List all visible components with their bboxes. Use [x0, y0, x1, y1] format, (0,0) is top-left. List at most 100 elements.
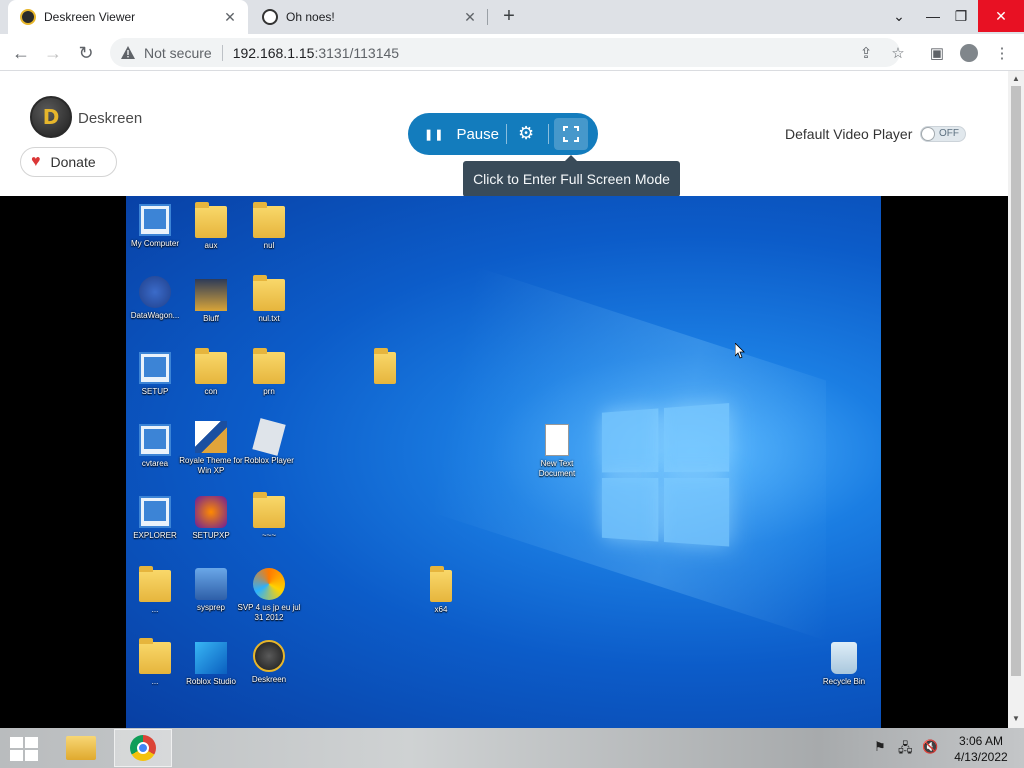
default-video-player-label: Default Video Player	[785, 126, 913, 142]
system-clock[interactable]: 3:06 AM 4/13/2022	[950, 733, 1012, 765]
taskbar-chrome[interactable]	[114, 729, 172, 767]
control-divider	[506, 124, 507, 144]
url-path: :3131/113145	[314, 44, 400, 61]
network-computers-icon	[195, 568, 227, 600]
recycle-bin-icon	[831, 642, 857, 674]
desktop-icon-roblox-player[interactable]: Roblox Player	[234, 418, 304, 466]
control-divider	[548, 124, 549, 144]
fullscreen-tooltip: Click to Enter Full Screen Mode	[463, 155, 680, 197]
pause-label: Pause	[456, 125, 499, 143]
warning-icon[interactable]	[120, 45, 136, 61]
datawagon-icon	[139, 276, 171, 308]
folder-icon	[430, 566, 452, 602]
tab-oh-noes[interactable]: Oh noes! ✕	[250, 0, 488, 34]
default-video-player-toggle[interactable]: OFF	[920, 126, 966, 142]
address-bar[interactable]: Not secure 192.168.1.15:3131/113145	[110, 38, 900, 67]
desktop-icon-unnamed-image[interactable]	[350, 348, 420, 387]
heart-icon: ♥	[31, 153, 41, 170]
chrome-icon	[130, 735, 156, 761]
desktop-icon-x64[interactable]: x64	[406, 566, 476, 615]
security-status[interactable]: Not secure	[144, 45, 212, 61]
scroll-down-arrow-icon[interactable]: ▼	[1008, 712, 1024, 726]
close-window-button[interactable]: ✕	[978, 0, 1024, 32]
file-explorer-icon	[66, 736, 96, 760]
desktop-icon-new-text-document[interactable]: New Text Document	[522, 424, 592, 479]
deskreen-header: D Deskreen ♥ Donate ❚❚ Pause ⚙ Click to …	[0, 71, 1008, 197]
tab-title: Deskreen Viewer	[44, 10, 136, 24]
roblox-studio-icon	[195, 642, 227, 674]
restore-button[interactable]: ❐	[944, 0, 978, 32]
taskbar-file-explorer[interactable]	[52, 729, 110, 767]
deskreen-favicon-icon	[20, 9, 36, 25]
desktop-icon-prn[interactable]: prn	[234, 348, 304, 397]
donate-label: Donate	[50, 154, 96, 170]
windows-start-button[interactable]	[10, 737, 38, 761]
pause-button[interactable]: ❚❚ Pause	[424, 126, 499, 143]
chrome-menu-icon[interactable]: ⋮	[991, 42, 1013, 64]
fullscreen-button[interactable]	[554, 118, 588, 150]
network-icon[interactable]: 🖧	[898, 739, 913, 761]
browser-toolbar: ← → ↻ Not secure 192.168.1.15:3131/11314…	[0, 34, 1024, 71]
toggle-state: OFF	[939, 128, 959, 139]
tab-search-icon[interactable]: ⌄	[882, 0, 916, 32]
volume-muted-icon[interactable]: 🔇	[922, 739, 938, 755]
desktop-icon-nul-txt[interactable]: nul.txt	[234, 275, 304, 324]
shared-screen-video[interactable]: My Computer aux nul DataWagon... Bluff n…	[126, 196, 881, 728]
page-viewport: D Deskreen ♥ Donate ❚❚ Pause ⚙ Click to …	[0, 71, 1008, 728]
setup-app-icon	[139, 352, 171, 384]
desktop-icon-tilde[interactable]: ~~~	[234, 492, 304, 541]
desktop-icon-svp4[interactable]: SVP 4 us jp eu jul 31 2012	[234, 568, 304, 623]
tab-strip: Deskreen Viewer ✕ Oh noes! ✕ + ⌄ — ❐ ✕	[0, 0, 1024, 34]
fullscreen-icon	[563, 126, 579, 142]
action-center-flag-icon[interactable]: ⚑	[874, 739, 886, 755]
folder-icon	[139, 638, 171, 674]
windows-logo-wallpaper	[601, 403, 736, 554]
folder-icon	[139, 566, 171, 602]
side-panel-icon[interactable]: ▣	[926, 42, 948, 64]
settings-gear-icon[interactable]: ⚙	[518, 123, 534, 144]
toggle-knob	[922, 128, 934, 140]
github-favicon-icon	[262, 9, 278, 25]
tab-title: Oh noes!	[286, 10, 335, 24]
close-tab-icon[interactable]: ✕	[220, 7, 240, 27]
clock-date: 4/13/2022	[954, 750, 1008, 764]
bluff-image-icon	[195, 279, 227, 311]
folder-icon	[253, 275, 285, 311]
firefox-icon	[195, 496, 227, 528]
folder-icon	[253, 492, 285, 528]
desktop-icon-deskreen[interactable]: Deskreen	[234, 640, 304, 685]
donate-button[interactable]: ♥ Donate	[20, 147, 117, 177]
url-host: 192.168.1.15	[232, 44, 315, 61]
explorer-app-icon	[139, 496, 171, 528]
folder-icon	[253, 202, 285, 238]
logo-letter: D	[42, 105, 60, 129]
clock-time: 3:06 AM	[958, 734, 1004, 748]
new-tab-button[interactable]: +	[498, 6, 520, 28]
tab-divider	[487, 9, 488, 25]
brand-name: Deskreen	[78, 110, 143, 127]
back-button[interactable]: ←	[8, 40, 34, 66]
close-tab-icon[interactable]: ✕	[460, 7, 480, 27]
forward-button[interactable]: →	[40, 40, 66, 66]
windows-taskbar: ⚑ 🖧 🔇 3:06 AM 4/13/2022	[0, 728, 1024, 768]
folder-icon	[195, 348, 227, 384]
tab-deskreen-viewer[interactable]: Deskreen Viewer ✕	[8, 0, 248, 34]
folder-icon	[195, 202, 227, 238]
roblox-icon	[252, 418, 286, 456]
deskreen-logo-icon: D	[30, 96, 72, 138]
scroll-up-arrow-icon[interactable]: ▲	[1008, 72, 1024, 86]
computer-icon	[139, 204, 171, 236]
scrollbar-thumb[interactable]	[1011, 86, 1021, 676]
reload-button[interactable]: ↻	[73, 40, 99, 66]
desktop-icon-recycle-bin[interactable]: Recycle Bin	[809, 642, 879, 687]
theme-installer-icon	[195, 421, 227, 453]
cvtarea-app-icon	[139, 424, 171, 456]
share-icon[interactable]: ⇪	[855, 42, 877, 64]
bookmark-star-icon[interactable]: ☆	[887, 42, 909, 64]
mouse-cursor-icon	[735, 343, 745, 359]
desktop-icon-nul[interactable]: nul	[234, 202, 304, 251]
profile-avatar-icon[interactable]	[958, 42, 980, 64]
text-document-icon	[545, 424, 569, 456]
player-controls: ❚❚ Pause ⚙	[408, 113, 598, 155]
pause-icon: ❚❚	[424, 128, 445, 141]
